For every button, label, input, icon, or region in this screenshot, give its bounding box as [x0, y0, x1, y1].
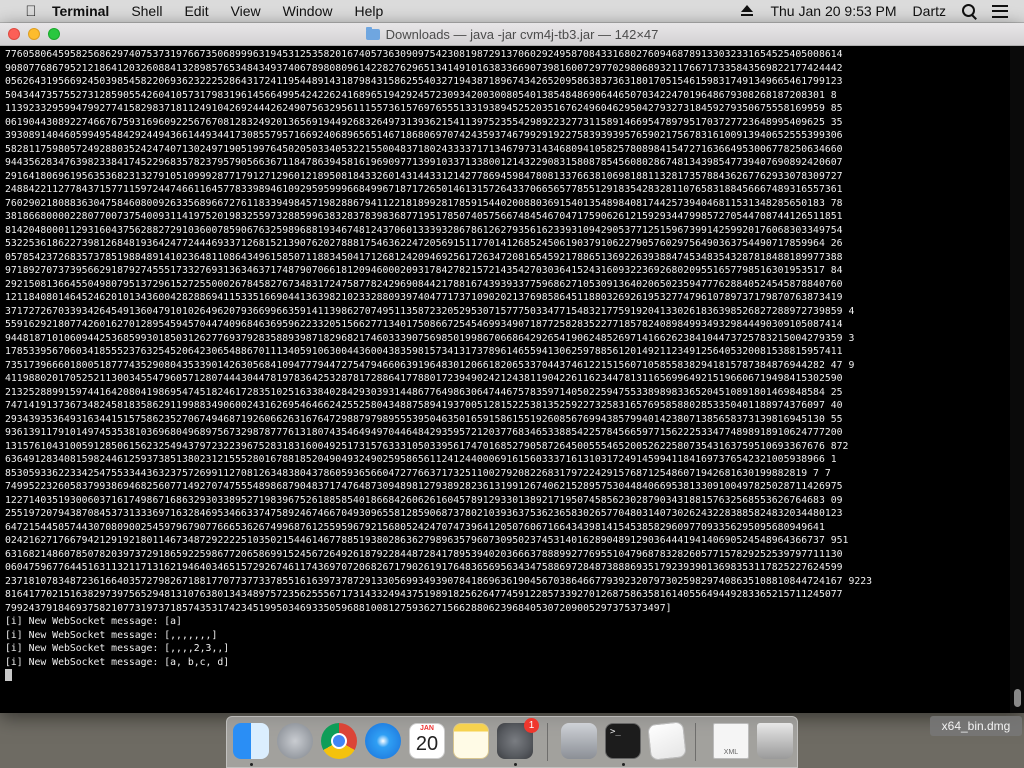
xml-file-icon[interactable]: XML: [713, 723, 749, 759]
menu-terminal[interactable]: Terminal: [52, 3, 109, 19]
terminal-line: 5322536186227398126848193642477244469337…: [5, 238, 843, 249]
menubar-clock[interactable]: Thu Jan 20 9:53 PM: [770, 3, 896, 19]
terminal-line: [i] New WebSocket message: [,,,,2,3,,]: [5, 643, 230, 654]
dock-divider: [547, 723, 548, 761]
terminal-line: 1211840801464524620101343600428288694115…: [5, 292, 843, 303]
folder-icon: [365, 26, 380, 40]
calendar-day: 20: [415, 733, 439, 755]
terminal-line: 3818668000022807700737540093114197520198…: [5, 211, 843, 222]
terminal-line: 7351739666018005187774352908043533901426…: [5, 359, 855, 371]
spotlight-search-icon[interactable]: [962, 4, 977, 20]
notification-badge: 1: [524, 718, 539, 733]
window-title: Downloads — java -jar cvm4j-tb3.jar — 14…: [365, 26, 659, 42]
terminal-line: 5591629218077426016270128954594570447409…: [5, 319, 843, 330]
running-indicator: [622, 763, 625, 766]
textedit-icon[interactable]: [647, 721, 687, 761]
terminal-line: 7760580645958256862974075373197667350689…: [5, 49, 843, 60]
terminal-line: 3717272670339342645491360479101026496207…: [5, 305, 855, 317]
terminal-line: 7471419137367348245818358629119988349060…: [5, 400, 843, 411]
running-indicator: [514, 763, 517, 766]
terminal-line: 2371810783487236166403572798267188177077…: [5, 575, 873, 587]
calendar-icon[interactable]: JAN 20: [409, 723, 445, 759]
close-window-button[interactable]: [8, 28, 20, 40]
terminal-scrollbar[interactable]: [1010, 46, 1024, 713]
menubar-user[interactable]: Dartz: [913, 3, 946, 19]
desktop-file-label[interactable]: x64_bin.dmg: [930, 716, 1022, 736]
calendar-month: JAN: [419, 725, 434, 732]
window-title-text: Downloads — java -jar cvm4j-tb3.jar — 14…: [385, 26, 659, 42]
terminal-line: [i] New WebSocket message: [,,,,,,,]: [5, 629, 218, 641]
notes-icon[interactable]: [453, 723, 489, 759]
apple-icon[interactable]: : [20, 3, 42, 20]
terminal-line: 8142048000112931604375628827291036007859…: [5, 224, 843, 236]
terminal-line: 0562643195669245039854582206936232225286…: [5, 76, 843, 87]
terminal-line: [i] New WebSocket message: [a, b,c, d]: [5, 656, 230, 668]
terminal-line: 2132528899159744164208041986954745182461…: [5, 386, 843, 398]
terminal-window: Downloads — java -jar cvm4j-tb3.jar — 14…: [0, 23, 1024, 713]
terminal-cursor: [5, 669, 12, 681]
terminal-line: 5043447357552731285905542604105731798319…: [5, 89, 837, 101]
zoom-window-button[interactable]: [48, 28, 60, 40]
terminal-line: 2488422112778437157711597244746611645778…: [5, 184, 843, 195]
terminal-line: 0619044308922746676759316960922567670812…: [5, 116, 843, 128]
finder-icon[interactable]: [233, 723, 269, 759]
terminal-line: 4119880201705252113003455479605712807444…: [5, 373, 843, 384]
trash-icon[interactable]: [757, 723, 793, 759]
menu-window[interactable]: Window: [283, 3, 333, 19]
terminal-line: 2551972079438708453731333697163284695346…: [5, 508, 843, 519]
window-titlebar[interactable]: Downloads — java -jar cvm4j-tb3.jar — 14…: [0, 23, 1024, 46]
notification-center-icon[interactable]: [992, 4, 1008, 18]
terminal-icon[interactable]: >_: [605, 723, 641, 759]
archive-utility-icon[interactable]: [561, 723, 597, 759]
terminal-line: 6364912834081598244612593738513802312155…: [5, 454, 837, 465]
menu-help[interactable]: Help: [354, 3, 383, 19]
safari-icon[interactable]: [365, 723, 401, 759]
terminal-line: 9080776867952121864120326088413289857653…: [5, 62, 843, 74]
terminal-line: 5828117598057249288035242474071302497190…: [5, 143, 843, 155]
terminal-line: 0604759677644516311321171316219464034651…: [5, 562, 843, 573]
terminal-line: 7602902180883630475846080092633568966727…: [5, 197, 843, 209]
terminal-line: 6472154450574430708090025459796790776665…: [5, 521, 825, 533]
dock: JAN 20 >_ XML: [226, 716, 798, 768]
window-controls: [8, 28, 68, 40]
terminal-output[interactable]: 7760580645958256862974075373197667350689…: [0, 46, 1010, 713]
terminal-line: 9443562834763982338417452296835782379579…: [5, 157, 843, 168]
terminal-line: 2934393536493163441515758623527067494687…: [5, 413, 843, 425]
launchpad-icon[interactable]: [277, 723, 313, 759]
terminal-line: 6316821486078507820397372918659225986772…: [5, 548, 843, 560]
menu-shell[interactable]: Shell: [131, 3, 162, 19]
terminal-line: 8530593362233425475533443632375726991127…: [5, 467, 831, 479]
terminal-line: 1315761043100591285061562325494379723223…: [5, 440, 849, 452]
menu-edit[interactable]: Edit: [184, 3, 208, 19]
scrollbar-thumb[interactable]: [1014, 689, 1021, 707]
terminal-line: 9718927073739566291879274555173327693136…: [5, 265, 843, 276]
menu-bar:  Terminal Shell Edit View Window Help T…: [0, 0, 1024, 23]
terminal-line: 9448187101060944253685993018503126277693…: [5, 332, 855, 344]
terminal-line: [i] New WebSocket message: [a]: [5, 616, 182, 627]
terminal-line: 9361391179101497453538103696804968975673…: [5, 427, 843, 438]
terminal-line: 3930891404605994954842924494366144934417…: [5, 130, 843, 141]
chrome-icon[interactable]: [321, 723, 357, 759]
terminal-line: 0578542372683573785198848914102364811086…: [5, 251, 843, 263]
terminal-line: 1785339567060341855523763254520642306548…: [5, 346, 843, 357]
terminal-glyph: >_: [610, 727, 621, 737]
terminal-line: 1227140351930060371617498671686329303389…: [5, 494, 843, 506]
terminal-line: 7992437918469375821077319737185743531742…: [5, 602, 672, 614]
eject-icon[interactable]: [740, 5, 754, 17]
terminal-line: 8164177021516382973975652948131076380134…: [5, 589, 843, 600]
terminal-prompt-line[interactable]: [5, 669, 1010, 683]
terminal-line: 7499522326058379938694682560771492707475…: [5, 481, 843, 492]
xml-file-label: XML: [723, 749, 739, 756]
dock-divider: [695, 723, 696, 761]
terminal-line: 0242162717667942129192180114673487292222…: [5, 535, 849, 546]
terminal-line: 2921508136645504980795137296152725500026…: [5, 278, 843, 290]
minimize-window-button[interactable]: [28, 28, 40, 40]
menu-view[interactable]: View: [231, 3, 261, 19]
terminal-line: 2916418069619563536823132791051099928771…: [5, 170, 843, 182]
terminal-line: 1139233295994799277415829837181124910426…: [5, 103, 843, 114]
running-indicator: [250, 763, 253, 766]
